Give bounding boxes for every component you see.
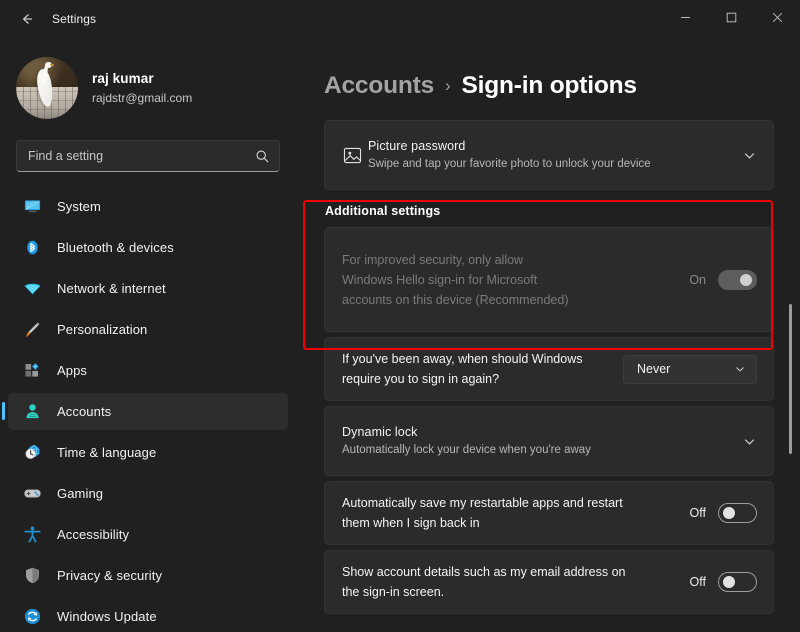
back-arrow-icon xyxy=(19,11,35,27)
update-icon xyxy=(22,607,42,627)
sidebar-item-gaming[interactable]: Gaming xyxy=(8,475,288,512)
picture-password-subtitle: Swipe and tap your favorite photo to unl… xyxy=(368,156,732,172)
sidebar-nav: System Bluetooth & devices xyxy=(0,188,296,632)
content-scrollbar[interactable] xyxy=(785,68,797,626)
picture-password-title: Picture password xyxy=(368,138,732,155)
restartable-apps-label: Automatically save my restartable apps a… xyxy=(342,493,642,533)
window-controls xyxy=(662,0,800,38)
restartable-apps-row: Automatically save my restartable apps a… xyxy=(324,481,774,545)
sidebar-item-label: System xyxy=(57,199,101,214)
picture-password-row[interactable]: Picture password Swipe and tap your favo… xyxy=(324,120,774,190)
maximize-button[interactable] xyxy=(708,0,754,38)
sidebar-item-personalization[interactable]: Personalization xyxy=(8,311,288,348)
scrollbar-thumb[interactable] xyxy=(789,304,792,454)
sidebar-item-label: Windows Update xyxy=(57,609,157,624)
chevron-down-icon[interactable] xyxy=(742,434,757,449)
sidebar-item-accessibility[interactable]: Accessibility xyxy=(8,516,288,553)
hello-only-row: For improved security, only allow Window… xyxy=(324,227,774,332)
gamepad-icon xyxy=(22,484,42,504)
profile-name: raj kumar xyxy=(92,70,192,88)
show-account-details-row: Show account details such as my email ad… xyxy=(324,550,774,614)
profile-header[interactable]: raj kumar rajdstr@gmail.com xyxy=(0,38,296,124)
sidebar-item-bluetooth-devices[interactable]: Bluetooth & devices xyxy=(8,229,288,266)
picture-icon xyxy=(342,145,368,166)
restartable-apps-toggle-state: Off xyxy=(690,506,706,520)
restartable-apps-toggle[interactable] xyxy=(718,503,757,523)
show-account-details-toggle-state: Off xyxy=(690,575,706,589)
sidebar-item-label: Apps xyxy=(57,363,87,378)
sidebar-item-label: Accounts xyxy=(57,404,111,419)
sidebar-item-privacy-security[interactable]: Privacy & security xyxy=(8,557,288,594)
person-icon xyxy=(22,402,42,422)
search-icon xyxy=(255,149,270,164)
chevron-down-icon[interactable] xyxy=(742,148,757,163)
content-pane: Accounts › Sign-in options Picture p xyxy=(296,38,800,632)
bluetooth-icon xyxy=(22,238,42,258)
wifi-icon xyxy=(22,279,42,299)
accessibility-icon xyxy=(22,525,42,545)
show-account-details-label: Show account details such as my email ad… xyxy=(342,562,642,602)
sidebar-item-label: Accessibility xyxy=(57,527,129,542)
dynamic-lock-subtitle: Automatically lock your device when you'… xyxy=(342,442,732,458)
close-button[interactable] xyxy=(754,0,800,38)
away-signin-dropdown[interactable]: Never xyxy=(623,355,757,384)
dynamic-lock-row[interactable]: Dynamic lock Automatically lock your dev… xyxy=(324,406,774,476)
settings-window: Settings xyxy=(0,0,800,632)
sidebar: raj kumar rajdstr@gmail.com xyxy=(0,38,296,632)
title-bar: Settings xyxy=(0,0,800,38)
chevron-down-icon xyxy=(734,363,746,375)
away-signin-label: If you've been away, when should Windows… xyxy=(342,349,611,389)
apps-icon xyxy=(22,361,42,381)
close-icon xyxy=(772,10,783,28)
hello-only-toggle xyxy=(718,270,757,290)
sidebar-item-label: Gaming xyxy=(57,486,103,501)
back-button[interactable] xyxy=(10,4,44,34)
avatar xyxy=(16,57,78,119)
shield-icon xyxy=(22,566,42,586)
sidebar-item-system[interactable]: System xyxy=(8,188,288,225)
search-box[interactable] xyxy=(16,140,280,172)
sidebar-item-label: Time & language xyxy=(57,445,156,460)
minimize-button[interactable] xyxy=(662,0,708,38)
sidebar-item-network-internet[interactable]: Network & internet xyxy=(8,270,288,307)
clock-globe-icon xyxy=(22,443,42,463)
sidebar-item-windows-update[interactable]: Windows Update xyxy=(8,598,288,632)
sidebar-item-label: Network & internet xyxy=(57,281,166,296)
show-account-details-toggle[interactable] xyxy=(718,572,757,592)
app-title: Settings xyxy=(52,12,96,26)
minimize-icon xyxy=(680,10,691,28)
search-input[interactable] xyxy=(28,149,255,163)
sidebar-item-label: Privacy & security xyxy=(57,568,162,583)
away-signin-row: If you've been away, when should Windows… xyxy=(324,337,774,401)
breadcrumb-parent-link[interactable]: Accounts xyxy=(324,72,434,100)
sidebar-item-label: Bluetooth & devices xyxy=(57,240,174,255)
sidebar-item-accounts[interactable]: Accounts xyxy=(8,393,288,430)
breadcrumb: Accounts › Sign-in options xyxy=(324,72,774,100)
paintbrush-icon xyxy=(22,320,42,340)
away-signin-selected: Never xyxy=(637,362,720,376)
sidebar-item-apps[interactable]: Apps xyxy=(8,352,288,389)
hello-only-label: For improved security, only allow Window… xyxy=(342,250,570,310)
monitor-icon xyxy=(22,197,42,217)
dynamic-lock-title: Dynamic lock xyxy=(342,424,732,441)
chevron-right-icon: › xyxy=(445,76,450,96)
hello-only-toggle-state: On xyxy=(689,273,706,287)
sidebar-item-label: Personalization xyxy=(57,322,147,337)
sidebar-item-time-language[interactable]: Time & language xyxy=(8,434,288,471)
page-title: Sign-in options xyxy=(462,72,637,100)
additional-settings-heading: Additional settings xyxy=(325,204,774,218)
maximize-icon xyxy=(726,10,737,28)
profile-email: rajdstr@gmail.com xyxy=(92,89,192,107)
